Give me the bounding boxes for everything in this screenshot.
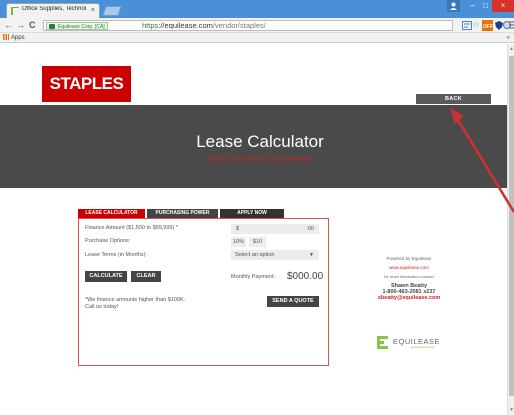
lease-terms-select[interactable]: Select an option ▼: [231, 250, 319, 260]
back-nav-icon[interactable]: ←: [4, 19, 13, 31]
purchase-option-10-dollar[interactable]: $10: [249, 237, 266, 247]
page-scrollbar[interactable]: ▲ ▼: [507, 44, 514, 415]
forward-nav-icon[interactable]: →: [16, 19, 25, 31]
hero-banner: Lease Calculator quickly calculate a lea…: [0, 105, 507, 188]
browser-tab[interactable]: Office Supplies, Technolo ×: [6, 3, 100, 18]
contact-email-link[interactable]: sbeatty@equilease.com: [364, 295, 454, 301]
bookmarks-overflow-icon[interactable]: »: [507, 34, 510, 42]
apps-label: Apps: [11, 35, 25, 41]
star-icon[interactable]: ☆: [471, 20, 481, 30]
monthly-payment-value: $000.00: [287, 271, 324, 282]
tab-purchasing-power[interactable]: PURCHASING POWER: [147, 209, 218, 218]
svg-text:OFF: OFF: [483, 24, 493, 30]
browser-toolbar: ← → C Equilease Corp. [CA] https://equil…: [0, 18, 514, 33]
finance-amount-label: Finance Amount ($1,500 to $99,999) *: [85, 225, 178, 231]
off-extension-icon[interactable]: OFF: [482, 20, 493, 31]
apps-grid-icon: [3, 34, 9, 40]
apps-shortcut[interactable]: Apps: [3, 34, 25, 42]
staples-logo[interactable]: STAPLES: [42, 66, 131, 102]
close-window-button[interactable]: ×: [492, 0, 514, 12]
tab-title: Office Supplies, Technolo: [22, 6, 86, 12]
cents-suffix: .00: [306, 226, 314, 232]
bookmarks-bar: Apps »: [0, 33, 514, 43]
contact-sidebar: Powered by Equilease www.equilease.com f…: [364, 256, 454, 301]
new-tab-button[interactable]: [102, 6, 122, 16]
finance-amount-input[interactable]: $ .00: [231, 224, 319, 234]
reload-icon[interactable]: C: [29, 19, 36, 31]
clear-button[interactable]: CLEAR: [131, 271, 161, 282]
page-content: STAPLES BACK Lease Calculator quickly ca…: [0, 44, 507, 415]
tab-lease-calculator[interactable]: LEASE CALCULATOR: [78, 209, 145, 218]
lease-terms-value: Select an option: [235, 252, 275, 258]
monthly-payment-label: Monthly Payment:: [231, 274, 276, 280]
address-bar[interactable]: Equilease Corp. [CA] https://equilease.c…: [43, 20, 453, 31]
url-scheme: https: [142, 21, 159, 30]
more-info-text: for more information contact: [384, 274, 434, 279]
scroll-down-icon[interactable]: ▼: [509, 407, 514, 413]
url-path: /vendor/staples/: [212, 21, 266, 30]
ev-certificate-label: Equilease Corp. [CA]: [58, 24, 105, 30]
site-link[interactable]: www.equilease.com: [364, 265, 454, 271]
equilease-wordmark: EQUILEASE: [393, 337, 441, 346]
page-title: Lease Calculator: [196, 132, 324, 151]
equilease-logo[interactable]: EQUILEASE Equipment Financing: [377, 334, 447, 352]
currency-symbol: $: [236, 226, 240, 232]
tab-close-icon[interactable]: ×: [91, 6, 95, 15]
favicon-icon: [11, 7, 19, 15]
lease-calculator-panel: Finance Amount ($1,500 to $99,999) * $ .…: [78, 218, 329, 366]
purchase-option-10-percent[interactable]: 10%: [231, 237, 246, 247]
calculator-tabs: LEASE CALCULATOR PURCHASING POWER APPLY …: [78, 209, 284, 218]
calculate-button[interactable]: CALCULATE: [85, 271, 127, 282]
maximize-button[interactable]: □: [479, 0, 492, 12]
url-text[interactable]: https://equilease.com/vendor/staples/: [142, 21, 266, 31]
scroll-up-icon[interactable]: ▲: [509, 46, 514, 52]
ev-certificate-badge[interactable]: Equilease Corp. [CA]: [46, 22, 108, 30]
lock-icon: [49, 24, 55, 29]
lease-terms-label: Lease Terms (in Months):: [85, 252, 147, 258]
powered-by-text: Powered by Equilease: [386, 256, 432, 261]
equilease-mark-icon: [377, 336, 388, 350]
scrollbar-thumb[interactable]: [509, 56, 514, 396]
browser-window: Office Supplies, Technolo × – □ × ← → C …: [0, 0, 514, 415]
purchase-options-label: Purchase Options:: [85, 238, 131, 244]
url-host: ://equilease.com: [158, 21, 213, 30]
profile-icon[interactable]: [447, 0, 460, 12]
send-quote-button[interactable]: SEND A QUOTE: [267, 296, 319, 307]
back-button[interactable]: BACK: [416, 94, 491, 104]
logo-text: STAPLES: [49, 74, 124, 93]
finance-note-line1: *We finance amounts higher than $100K.: [85, 297, 186, 303]
window-controls: – □ ×: [447, 0, 514, 12]
tab-strip: Office Supplies, Technolo × – □ ×: [0, 0, 514, 18]
chevron-down-icon: ▼: [309, 252, 314, 258]
equilease-tagline: Equipment Financing: [411, 346, 435, 349]
tab-apply-now[interactable]: APPLY NOW: [220, 209, 284, 218]
page-subtitle: quickly calculate a lease payment: [207, 156, 313, 163]
finance-note-line2: Call us today!: [85, 304, 119, 310]
minimize-button[interactable]: –: [466, 0, 479, 12]
menu-icon[interactable]: [508, 21, 514, 31]
